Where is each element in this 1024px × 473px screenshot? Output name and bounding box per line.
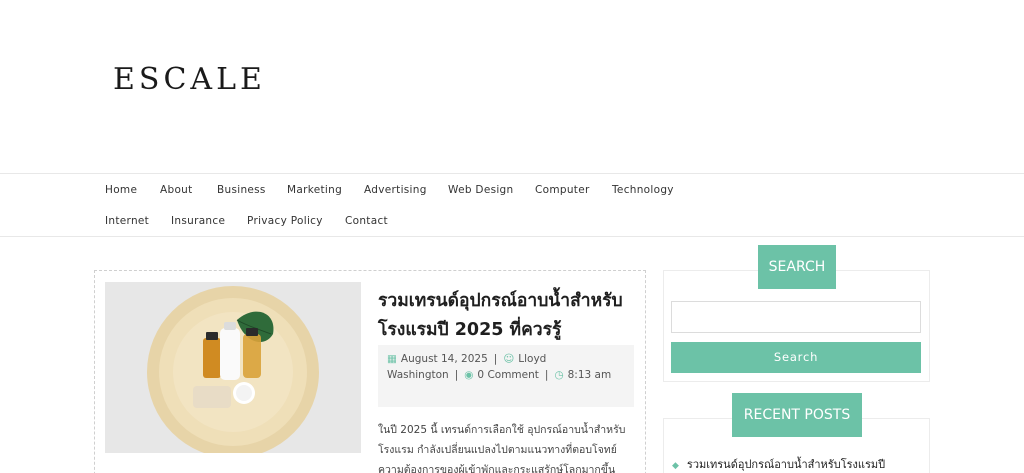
calendar-icon: ▦ <box>387 353 397 365</box>
main-nav: Home About Business Marketing Advertisin… <box>0 173 1024 237</box>
diamond-icon: ◆ <box>672 461 679 471</box>
recent-posts-title: RECENT POSTS <box>732 393 862 437</box>
search-widget-title: SEARCH <box>758 245 836 289</box>
nav-technology[interactable]: Technology <box>612 184 674 196</box>
post-excerpt: ในปี 2025 นี้ เทรนด์การเลือกใช้ อุปกรณ์อ… <box>378 424 626 473</box>
post-time: 8:13 am <box>567 369 612 381</box>
recent-post-link[interactable]: รวมเทรนด์อุปกรณ์อาบน้ำสำหรับโรงแรมปี <box>687 458 885 471</box>
nav-computer[interactable]: Computer <box>535 184 590 196</box>
nav-about[interactable]: About <box>160 184 193 196</box>
nav-business[interactable]: Business <box>217 184 266 196</box>
nav-privacy-policy[interactable]: Privacy Policy <box>247 215 323 227</box>
nav-web-design[interactable]: Web Design <box>448 184 513 196</box>
user-icon: ☺ <box>503 353 515 365</box>
clock-icon: ◷ <box>554 369 564 381</box>
post-thumbnail[interactable] <box>105 282 361 453</box>
search-input[interactable] <box>671 301 921 333</box>
nav-marketing[interactable]: Marketing <box>287 184 342 196</box>
search-button[interactable]: Search <box>671 342 921 373</box>
post-title[interactable]: รวมเทรนด์อุปกรณ์อาบน้ำสำหรับโรงแรมปี 202… <box>378 287 640 345</box>
post-meta: ▦ August 14, 2025 | ☺ Lloyd Washington | ◉ 0 Co… <box>378 345 634 407</box>
recent-post-item[interactable]: ◆ รวมเทรนด์อุปกรณ์อาบน้ำสำหรับโรงแรมปี <box>672 455 922 473</box>
post-thumbnail-image <box>105 282 361 453</box>
post-comments[interactable]: 0 Comment <box>477 369 538 381</box>
nav-internet[interactable]: Internet <box>105 215 149 227</box>
post-date[interactable]: August 14, 2025 <box>401 353 488 365</box>
nav-insurance[interactable]: Insurance <box>171 215 225 227</box>
site-logo-text: ESCALE <box>113 62 266 97</box>
nav-contact[interactable]: Contact <box>345 215 388 227</box>
comments-icon: ◉ <box>464 369 474 381</box>
site-logo[interactable]: ESCALE <box>113 62 266 98</box>
nav-home[interactable]: Home <box>105 184 137 196</box>
nav-advertising[interactable]: Advertising <box>364 184 427 196</box>
